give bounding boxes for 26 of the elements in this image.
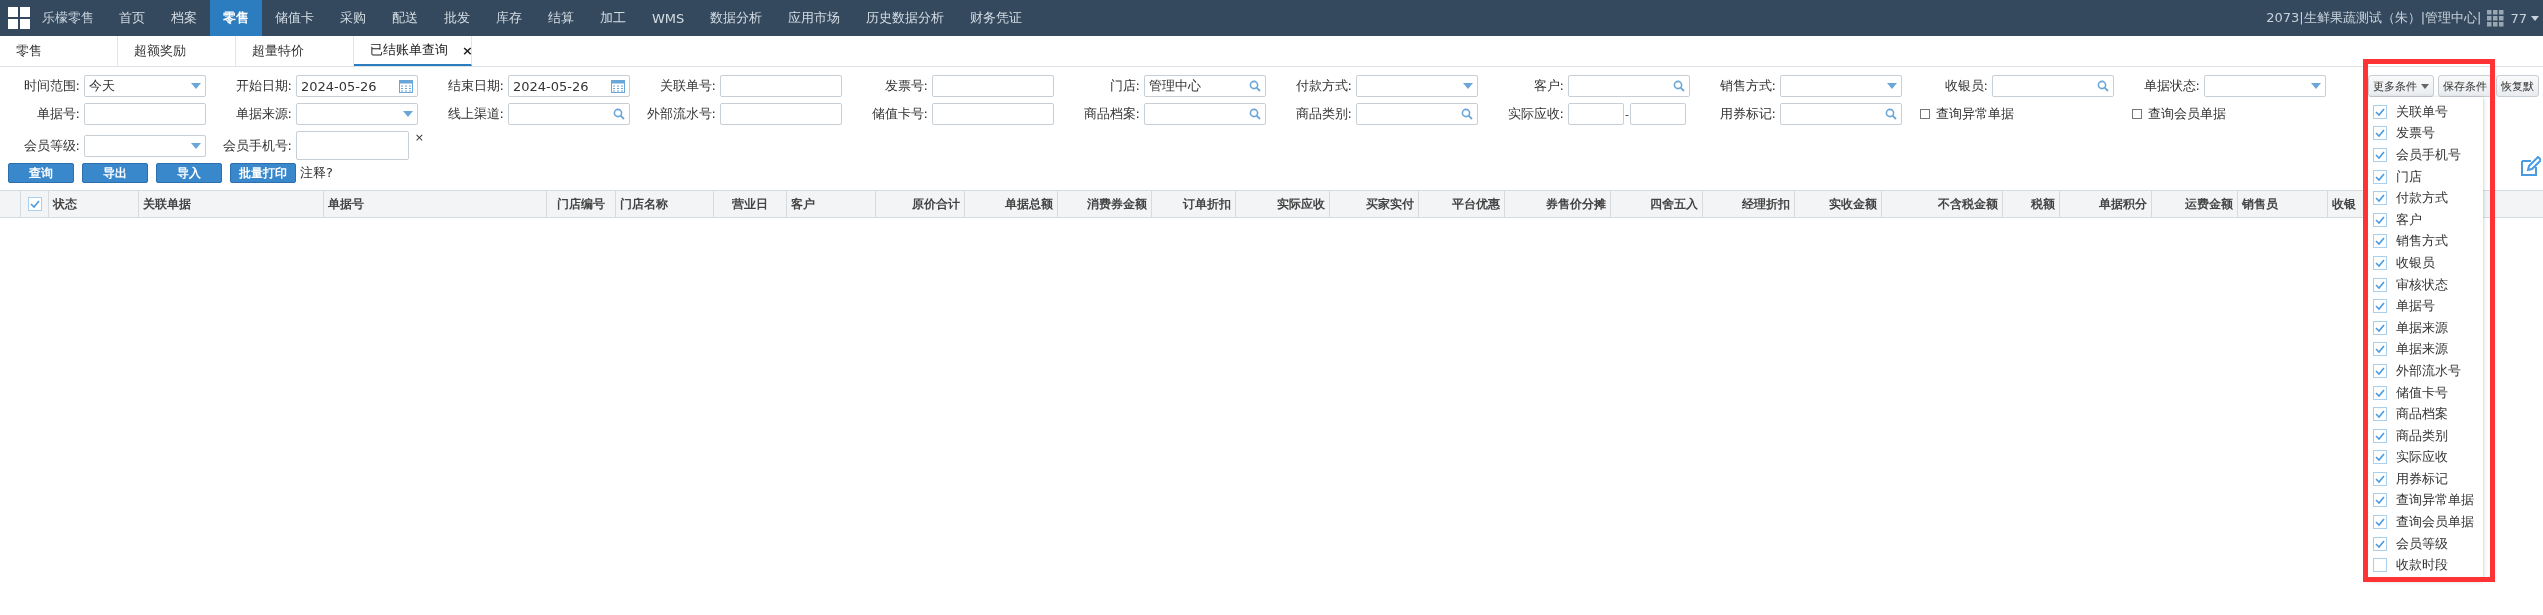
field-label: 付款方式:	[1294, 77, 1353, 95]
field-label: 会员等级:	[22, 136, 81, 155]
brand-name: 乐檬零售	[41, 9, 95, 27]
field-label: 开始日期:	[234, 77, 293, 95]
field-label: 销售方式:	[1718, 77, 1777, 95]
field-label: 收银员:	[1943, 77, 1989, 95]
field-label: 线上渠道:	[446, 105, 505, 123]
field-label: 储值卡号:	[870, 105, 929, 123]
field-label: 实际应收:	[1506, 105, 1565, 123]
checkbox-label: 查询会员单据	[2148, 105, 2226, 123]
field-label: 用券标记:	[1718, 105, 1777, 123]
range-separator: -	[1625, 107, 1629, 121]
field-label: 单据来源:	[234, 105, 293, 123]
field-label: 时间范围:	[22, 77, 81, 95]
field-label: 会员手机号:	[221, 136, 293, 155]
field-label: 关联单号:	[658, 77, 717, 95]
field-label: 结束日期:	[446, 77, 505, 95]
field-label: 门店:	[1108, 77, 1141, 95]
field-label: 单据状态:	[2142, 77, 2201, 95]
checkbox-label: 查询异常单据	[1936, 105, 2014, 123]
field-label: 单据号:	[35, 105, 81, 123]
field-label: 外部流水号:	[645, 105, 717, 123]
field-label: 发票号:	[883, 77, 929, 95]
field-label: 商品类别:	[1294, 105, 1353, 123]
field-label: 客户:	[1532, 77, 1565, 95]
field-label: 商品档案:	[1082, 105, 1141, 123]
